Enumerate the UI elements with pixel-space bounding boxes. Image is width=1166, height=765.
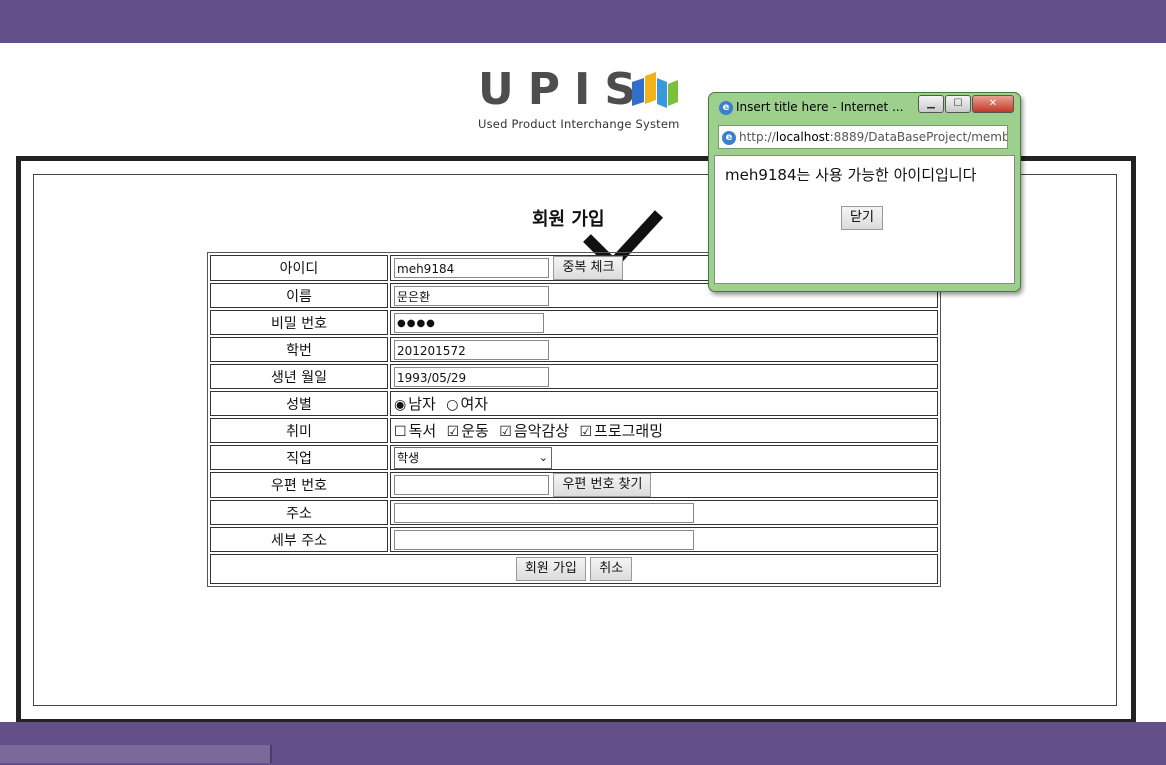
submit-button[interactable]: 회원 가입 xyxy=(515,557,586,581)
zipcode-input[interactable] xyxy=(394,475,549,495)
gender-male-radio[interactable]: ◉ 남자 xyxy=(394,395,436,413)
close-icon[interactable]: ✕ xyxy=(972,95,1014,113)
duplicate-check-button[interactable]: 중복 체크 xyxy=(553,256,624,280)
hobby-programming-checkbox[interactable]: ☑ 프로그래밍 xyxy=(579,422,663,440)
label-student-id: 학번 xyxy=(210,337,388,362)
ie-icon: e xyxy=(719,100,733,115)
gender-female-radio[interactable]: ○ 여자 xyxy=(446,395,488,413)
checkbox-checked-icon: ☑ xyxy=(446,424,460,440)
label-job: 직업 xyxy=(210,445,388,470)
row-gender: 성별 ◉ 남자 ○ 여자 xyxy=(210,391,938,416)
upis-logo: UPIS Used Product Interchange System xyxy=(478,66,680,132)
hobby-reading-checkbox[interactable]: ☐ 독서 xyxy=(394,422,436,440)
maximize-icon[interactable]: ☐ xyxy=(945,95,971,113)
job-select[interactable]: 학생 ⌄ xyxy=(394,446,552,469)
row-address: 주소 xyxy=(210,500,938,525)
radio-unchecked-icon: ○ xyxy=(446,397,459,413)
address-input[interactable] xyxy=(394,502,694,523)
ie-page-icon: e xyxy=(722,130,736,145)
popup-window: e Insert title here - Internet ... ▁ ☐ ✕ eh… xyxy=(708,92,1021,292)
label-id: 아이디 xyxy=(210,255,388,281)
cancel-button[interactable]: 취소 xyxy=(590,557,633,581)
label-gender: 성별 xyxy=(210,391,388,416)
radio-checked-icon: ◉ xyxy=(394,397,407,413)
row-birthdate: 생년 월일 1993/05/29 xyxy=(210,364,938,389)
popup-title: e Insert title here - Internet ... xyxy=(719,100,903,115)
signup-form-table: 아이디 meh9184 중복 체크 이름 문은환 비밀 번호 ●●●● 학번 2… xyxy=(207,252,941,587)
minimize-icon[interactable]: ▁ xyxy=(918,95,944,113)
password-input[interactable]: ●●●● xyxy=(394,312,544,333)
popup-message: meh9184는 사용 가능한 아이디입니다 xyxy=(725,166,977,184)
row-hobby: 취미 ☐ 독서 ☑ 운동 ☑ 음악감상 ☑ 프로그래밍 xyxy=(210,418,938,443)
hobby-music-checkbox[interactable]: ☑ 음악감상 xyxy=(499,422,569,440)
chevron-down-icon: ⌄ xyxy=(538,450,548,464)
label-name: 이름 xyxy=(210,283,388,308)
label-zipcode: 우편 번호 xyxy=(210,472,388,498)
row-password: 비밀 번호 ●●●● xyxy=(210,310,938,335)
row-actions: 회원 가입 취소 xyxy=(210,554,938,584)
status-strip xyxy=(0,745,272,763)
label-birthdate: 생년 월일 xyxy=(210,364,388,389)
window-controls: ▁ ☐ ✕ xyxy=(917,95,1014,113)
label-address: 주소 xyxy=(210,500,388,525)
logo-subtitle: Used Product Interchange System xyxy=(478,117,680,131)
label-address-detail: 세부 주소 xyxy=(210,527,388,552)
row-job: 직업 학생 ⌄ xyxy=(210,445,938,470)
address-detail-input[interactable] xyxy=(394,529,694,550)
label-hobby: 취미 xyxy=(210,418,388,443)
birthdate-input[interactable]: 1993/05/29 xyxy=(394,366,549,387)
popup-body: meh9184는 사용 가능한 아이디입니다 닫기 xyxy=(714,155,1015,284)
find-zipcode-button[interactable]: 우편 번호 찾기 xyxy=(553,473,652,497)
student-id-input[interactable]: 201201572 xyxy=(394,339,549,360)
checkbox-checked-icon: ☑ xyxy=(579,424,593,440)
checkbox-checked-icon: ☑ xyxy=(499,424,512,440)
popup-close-button[interactable]: 닫기 xyxy=(841,206,883,230)
name-input[interactable]: 문은환 xyxy=(394,285,549,306)
row-address-detail: 세부 주소 xyxy=(210,527,938,552)
address-bar[interactable]: e http://localhost:8889/DataBaseProject/m… xyxy=(718,125,1008,149)
checkbox-unchecked-icon: ☐ xyxy=(394,424,407,440)
label-password: 비밀 번호 xyxy=(210,310,388,335)
hobby-exercise-checkbox[interactable]: ☑ 운동 xyxy=(447,422,489,440)
top-banner xyxy=(0,0,1166,43)
id-input[interactable]: meh9184 xyxy=(394,258,549,278)
logo-graphic-icon xyxy=(632,72,678,108)
row-student-id: 학번 201201572 xyxy=(210,337,938,362)
row-zipcode: 우편 번호 우편 번호 찾기 xyxy=(210,472,938,498)
